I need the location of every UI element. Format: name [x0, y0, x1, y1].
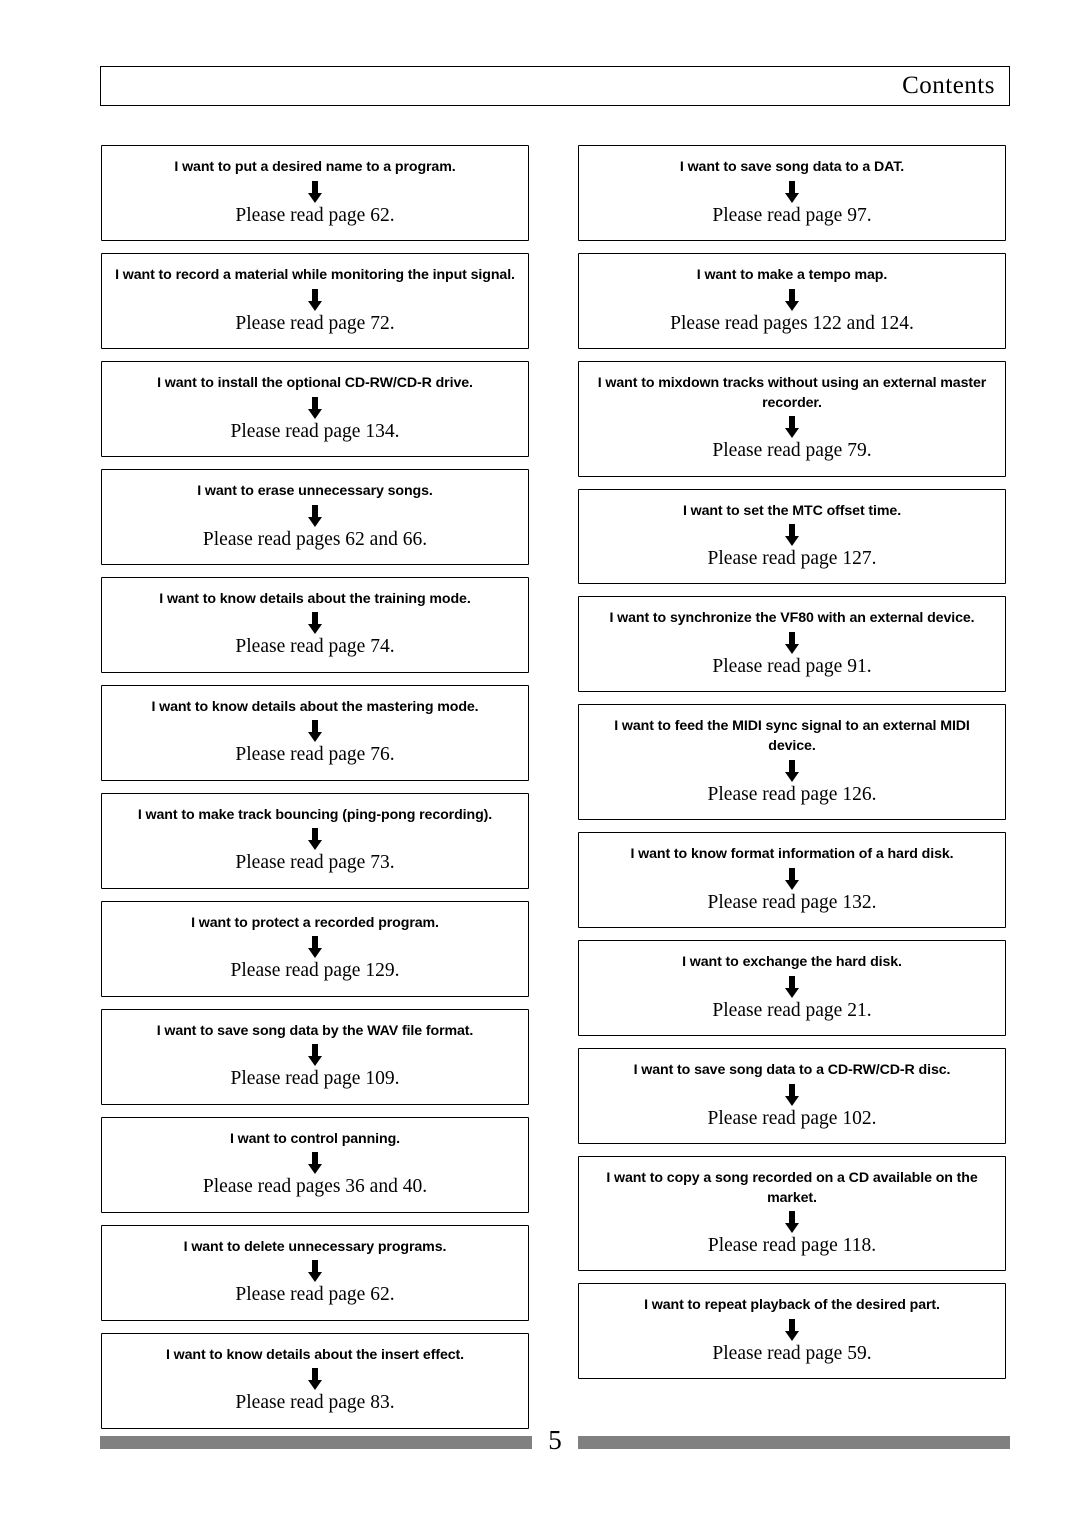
entry-question: I want to save song data to a DAT.: [679, 159, 905, 175]
contents-entry[interactable]: I want to erase unnecessary songs. Please…: [101, 468, 529, 565]
contents-entry[interactable]: I want to know details about the trainin…: [101, 576, 529, 673]
footer: 5: [100, 1425, 1010, 1455]
entry-question: I want to control panning.: [230, 1130, 400, 1147]
entry-answer: Please read page 118.: [707, 1235, 877, 1257]
arrow-down-icon: [308, 1152, 322, 1175]
entry-answer: Please read page 74.: [235, 636, 395, 658]
entry-question: I want to know details about the masteri…: [151, 698, 479, 715]
contents-entry[interactable]: I want to set the MTC offset time. Please…: [578, 488, 1006, 585]
entry-answer: Please read page 109.: [230, 1068, 400, 1090]
entry-answer: Please read page 59.: [712, 1343, 872, 1365]
contents-entry[interactable]: I want to control panning. Please read pa…: [101, 1116, 529, 1213]
entry-question: I want to exchange the hard disk.: [682, 953, 902, 970]
contents-entry[interactable]: I want to save song data to a DAT. Please…: [578, 145, 1006, 241]
arrow-down-icon: [785, 759, 799, 782]
contents-entry[interactable]: I want to feed the MIDI sync signal to a…: [578, 704, 1006, 820]
contents-entry[interactable]: I want to delete unnecessary programs. Pl…: [101, 1224, 529, 1321]
contents-entry[interactable]: I want to mixdown tracks without using a…: [578, 360, 1006, 477]
page-number: 5: [548, 1425, 562, 1455]
entry-question: I want to know details about the insert …: [165, 1346, 464, 1363]
entry-question: I want to know details about the trainin…: [159, 590, 471, 607]
arrow-down-icon: [308, 396, 322, 419]
arrow-down-icon: [308, 1044, 322, 1067]
entry-answer: Please read page 126.: [707, 783, 877, 805]
page-title: Contents: [902, 72, 995, 99]
entry-answer: Please read page 62.: [235, 204, 395, 226]
entry-question: I want to install the optional CD-RW/CD-…: [157, 374, 473, 391]
entry-question: I want to make a tempo map.: [696, 266, 888, 283]
entry-question: I want to synchronize the VF80 with an e…: [609, 610, 975, 627]
arrow-down-icon: [785, 632, 799, 655]
contents-entry[interactable]: I want to know format information of a h…: [578, 832, 1006, 928]
entry-question: I want to save song data by the WAV file…: [156, 1022, 474, 1039]
entry-answer: Please read page 21.: [712, 999, 872, 1021]
contents-entry[interactable]: I want to copy a song recorded on a CD a…: [578, 1155, 1006, 1272]
arrow-down-icon: [308, 504, 322, 527]
arrow-down-icon: [785, 180, 799, 203]
entry-answer: Please read pages 122 and 124.: [670, 312, 914, 334]
arrow-down-icon: [785, 1319, 799, 1342]
entry-question: I want to delete unnecessary programs.: [183, 1238, 447, 1255]
contents-entry[interactable]: I want to know details about the insert …: [101, 1332, 529, 1429]
entry-question: I want to erase unnecessary songs.: [197, 482, 433, 499]
entry-answer: Please read page 83.: [235, 1392, 395, 1414]
entry-question: I want to know format information of a h…: [630, 846, 954, 862]
contents-entry[interactable]: I want to know details about the masteri…: [101, 684, 529, 781]
entry-question: I want to repeat playback of the desired…: [644, 1297, 940, 1314]
contents-entry[interactable]: I want to make track bouncing (ping-pong…: [101, 792, 529, 889]
contents-entry[interactable]: I want to record a material while monito…: [101, 252, 529, 349]
contents-entry[interactable]: I want to protect a recorded program. Ple…: [101, 900, 529, 997]
arrow-down-icon: [785, 524, 799, 547]
entry-answer: Please read pages 62 and 66.: [202, 528, 428, 550]
entry-answer: Please read page 73.: [235, 852, 395, 874]
arrow-down-icon: [308, 1368, 322, 1391]
arrow-down-icon: [308, 720, 322, 743]
arrow-down-icon: [785, 416, 799, 439]
arrow-down-icon: [308, 1260, 322, 1283]
arrow-down-icon: [308, 612, 322, 635]
arrow-down-icon: [785, 975, 799, 998]
contents-entry[interactable]: I want to repeat playback of the desired…: [578, 1283, 1006, 1380]
entry-answer: Please read page 97.: [712, 204, 872, 226]
entry-question: I want to put a desired name to a progra…: [174, 159, 456, 175]
entry-question: I want to record a material while monito…: [115, 266, 515, 283]
entry-answer: Please read pages 36 and 40.: [202, 1176, 428, 1198]
contents-entry[interactable]: I want to put a desired name to a progra…: [101, 145, 529, 241]
contents-entry[interactable]: I want to make a tempo map. Please read p…: [578, 252, 1006, 349]
contents-entry[interactable]: I want to exchange the hard disk. Please …: [578, 939, 1006, 1036]
entry-question: I want to copy a song recorded on a CD a…: [606, 1169, 978, 1206]
left-column: I want to put a desired name to a progra…: [101, 145, 529, 1441]
entry-answer: Please read page 72.: [235, 312, 395, 334]
right-column: I want to save song data to a DAT. Please…: [578, 145, 1006, 1391]
header-rule: Contents: [100, 66, 1010, 106]
entry-question: I want to mixdown tracks without using a…: [597, 374, 987, 411]
entry-answer: Please read page 132.: [707, 891, 877, 913]
entry-answer: Please read page 127.: [707, 548, 877, 570]
entry-question: I want to feed the MIDI sync signal to a…: [614, 718, 970, 755]
entry-question: I want to make track bouncing (ping-pong…: [137, 806, 493, 823]
entry-answer: Please read page 76.: [235, 744, 395, 766]
contents-entry[interactable]: I want to synchronize the VF80 with an e…: [578, 596, 1006, 693]
entry-answer: Please read page 79.: [712, 440, 872, 462]
contents-entry[interactable]: I want to save song data by the WAV file…: [101, 1008, 529, 1105]
arrow-down-icon: [308, 936, 322, 959]
contents-entry[interactable]: I want to install the optional CD-RW/CD-…: [101, 360, 529, 457]
arrow-down-icon: [785, 867, 799, 890]
arrow-down-icon: [785, 1083, 799, 1106]
entry-answer: Please read page 62.: [235, 1284, 395, 1306]
entry-question: I want to set the MTC offset time.: [682, 502, 902, 519]
arrow-down-icon: [308, 828, 322, 851]
entry-answer: Please read page 91.: [712, 656, 872, 678]
arrow-down-icon: [785, 288, 799, 311]
entry-question: I want to save song data to a CD-RW/CD-R…: [633, 1061, 951, 1078]
entry-answer: Please read page 129.: [230, 960, 400, 982]
contents-entry[interactable]: I want to save song data to a CD-RW/CD-R…: [578, 1047, 1006, 1144]
arrow-down-icon: [308, 288, 322, 311]
arrow-down-icon: [785, 1211, 799, 1234]
arrow-down-icon: [308, 180, 322, 203]
entry-answer: Please read page 102.: [707, 1107, 877, 1129]
entry-question: I want to protect a recorded program.: [191, 914, 439, 931]
entry-answer: Please read page 134.: [230, 420, 400, 442]
